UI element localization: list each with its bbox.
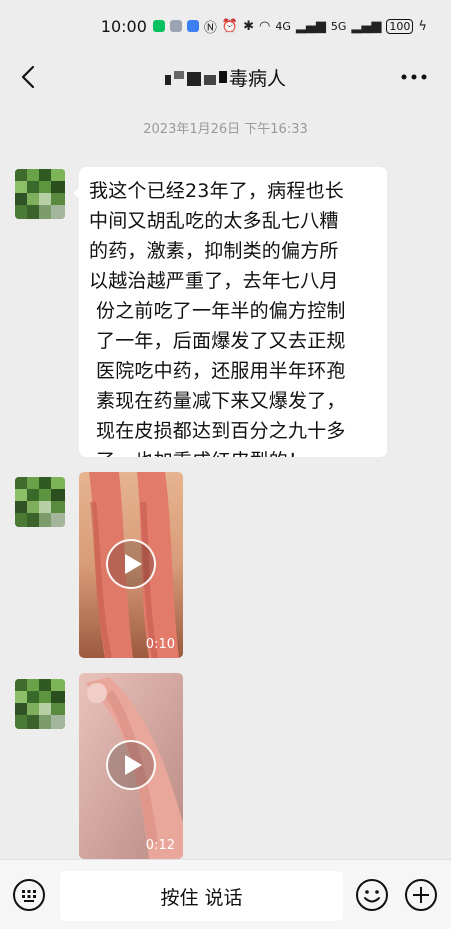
back-button[interactable] (14, 62, 44, 92)
chat-header: 毒病人 (0, 52, 451, 102)
avatar-image (15, 169, 65, 219)
chat-title: 毒病人 (228, 67, 286, 90)
network-5g-label: 5G (330, 19, 347, 33)
more-options-button[interactable] (397, 64, 431, 90)
smiley-icon (356, 879, 388, 911)
app-notification-icon (169, 20, 182, 32)
message-line: 中间又胡乱吃的太多乱七八糟 (89, 210, 339, 232)
chat-title-area: 毒病人 (164, 64, 286, 91)
message-line: 以越治越严重了，去年七八月 (89, 270, 339, 292)
signal-icon-2: ▂▄▆ (351, 18, 382, 34)
message-line: 份之前吃了一年半的偏方控制 (96, 300, 346, 322)
message-line: 了一年，后面爆发了又去正规 (96, 330, 346, 352)
nfc-icon: Ⓝ (203, 20, 217, 36)
network-4g-label: 4G (275, 19, 291, 33)
text-message-bubble[interactable]: 我这个已经23年了，病程也长 中间又胡乱吃的太多乱七八糟 的药，激素，抑制类的偏… (79, 167, 387, 457)
wifi-icon: ◠ (259, 18, 271, 34)
signal-icon: ▂▄▆ (295, 18, 326, 34)
message-line: 医院吃中药，还服用半年环孢 (96, 360, 346, 382)
status-bar: 10:00 Ⓝ ⏰ ✱ ◠ 4G ▂▄▆ 5G ▂▄▆ 100 ϟ (0, 0, 451, 52)
wechat-notification-icon (152, 20, 165, 32)
chat-input-bar: 按住 说话 (0, 859, 451, 929)
message-line: 我这个已经23年了，病程也长 (89, 180, 344, 202)
message-line: 现在皮损都达到百分之九十多 (96, 420, 346, 442)
video-message[interactable]: 0:10 (79, 472, 183, 658)
sender-avatar[interactable] (15, 679, 65, 729)
avatar-image (15, 477, 65, 527)
voice-keyboard-toggle-button[interactable] (12, 878, 46, 912)
chevron-left-icon (21, 65, 35, 89)
video-duration: 0:10 (145, 637, 175, 652)
message-line: 了，也加重成红皮型的！ (96, 446, 387, 457)
message-line: 素现在药量减下来又爆发了， (96, 390, 346, 412)
emoji-button[interactable] (355, 878, 389, 912)
avatar-image (15, 679, 65, 729)
plus-icon (405, 879, 437, 911)
redacted-name-mosaic (164, 67, 227, 87)
video-duration: 0:12 (145, 838, 175, 853)
bluetooth-icon: ✱ (243, 18, 255, 34)
play-icon (125, 755, 142, 775)
status-icons: Ⓝ ⏰ ✱ ◠ 4G ▂▄▆ 5G ▂▄▆ 100 ϟ (152, 17, 427, 36)
charging-icon: ϟ (418, 18, 427, 34)
message-line: 的药，激素，抑制类的偏方所 (89, 240, 339, 262)
status-time: 10:00 (100, 16, 147, 36)
play-button[interactable] (106, 740, 156, 790)
hold-to-talk-button[interactable]: 按住 说话 (60, 871, 343, 921)
sender-avatar[interactable] (15, 477, 65, 527)
mute-icon: ⏰ (221, 18, 239, 34)
play-icon (125, 554, 142, 574)
keyboard-icon (13, 879, 45, 911)
more-functions-button[interactable] (404, 878, 438, 912)
app-notification-icon-2 (186, 20, 199, 32)
message-timestamp: 2023年1月26日 下午16:33 (143, 122, 308, 137)
sender-avatar[interactable] (15, 169, 65, 219)
play-button[interactable] (106, 539, 156, 589)
ellipsis-icon (401, 74, 427, 80)
battery-indicator: 100 (386, 18, 414, 34)
video-message[interactable]: 0:12 (79, 673, 183, 859)
